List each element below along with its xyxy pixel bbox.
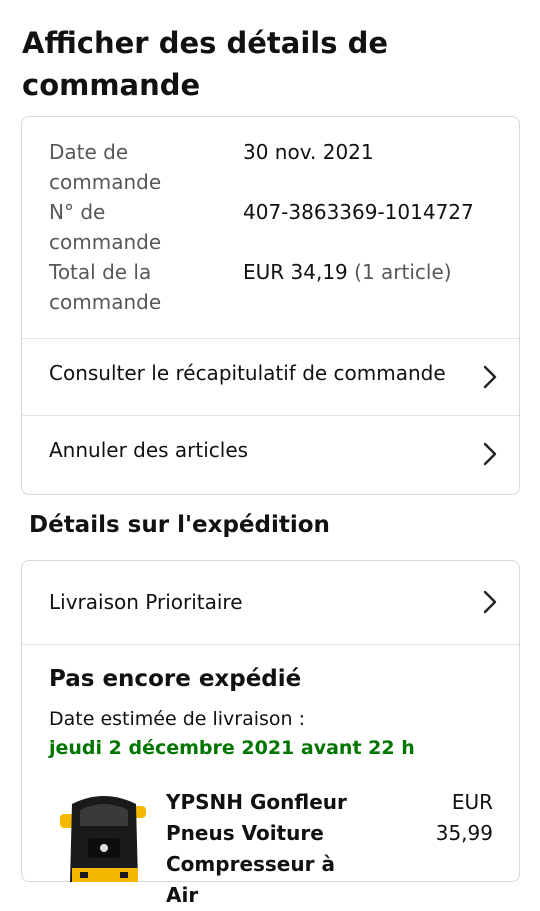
order-date-value: 30 nov. 2021 (243, 140, 374, 164)
cancel-items-label: Annuler des articles (49, 438, 249, 462)
order-number-label: N° de commande (49, 200, 162, 254)
chevron-right-icon (483, 442, 497, 466)
product-price: EUR 35,99 (436, 787, 493, 849)
cancel-items-link[interactable]: Annuler des articles (22, 415, 519, 492)
page-title: Afficher des détails de commande (22, 26, 388, 102)
order-total-label: Total de la commande (49, 260, 162, 314)
order-total-amount: EUR 34,19 (243, 260, 348, 284)
tire-inflator-icon (60, 796, 146, 882)
shipping-method-link[interactable]: Livraison Prioritaire (22, 561, 519, 644)
chevron-right-icon (483, 365, 497, 389)
order-item-count: (1 article) (354, 260, 452, 284)
order-summary-card: Date de commande 30 nov. 2021 N° de comm… (21, 116, 520, 495)
product-name-link[interactable]: YPSNH Gonfleur Pneus Voiture Compresseur… (166, 787, 366, 911)
order-total-value: EUR 34,19 (1 article) (243, 257, 452, 287)
divider (22, 644, 519, 645)
order-number-value: 407-3863369-1014727 (243, 200, 474, 224)
shipping-section-title: Détails sur l'expédition (29, 512, 330, 538)
chevron-right-icon (483, 590, 497, 614)
product-image[interactable] (58, 786, 150, 886)
product-amount: 35,99 (435, 821, 493, 845)
shipping-method-label: Livraison Prioritaire (49, 590, 243, 614)
estimated-delivery-label: Date estimée de livraison : (49, 708, 306, 730)
estimated-delivery-date: jeudi 2 décembre 2021 avant 22 h (49, 737, 415, 759)
product-currency: EUR (451, 790, 493, 814)
view-summary-label: Consulter le récapitulatif de commande (49, 361, 446, 385)
view-summary-link[interactable]: Consulter le récapitulatif de commande (22, 338, 519, 415)
order-date-label: Date de commande (49, 140, 162, 194)
shipment-status: Pas encore expédié (49, 666, 302, 692)
shipping-card: Livraison Prioritaire Pas encore expédié… (21, 560, 520, 907)
